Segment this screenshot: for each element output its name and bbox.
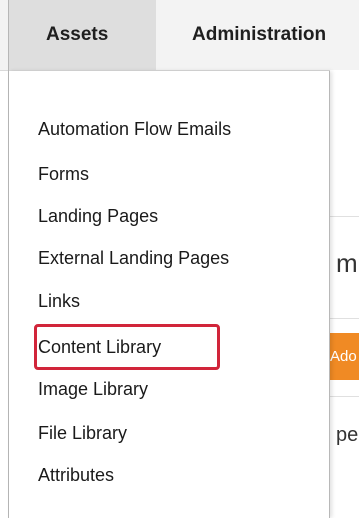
page: Assets Administration mı Ado pe Automati… [0, 0, 359, 518]
background-add-button-label: Ado [330, 348, 357, 365]
menu-item-forms[interactable]: Forms [38, 164, 89, 185]
tab-assets-label: Assets [46, 24, 109, 45]
background-add-button[interactable]: Ado [330, 333, 359, 380]
menu-item-landing-pages[interactable]: Landing Pages [38, 206, 158, 227]
menu-item-file-library[interactable]: File Library [38, 423, 127, 444]
tab-assets[interactable]: Assets [8, 0, 156, 70]
background-heading-fragment: mı [336, 248, 359, 278]
background-divider [330, 396, 359, 397]
background-text-fragment: pe [336, 424, 359, 446]
menu-item-image-library[interactable]: Image Library [38, 379, 148, 400]
menu-item-attributes[interactable]: Attributes [38, 465, 114, 486]
background-divider [330, 318, 359, 319]
tab-administration-label: Administration [192, 24, 327, 45]
background-divider [330, 216, 359, 217]
menu-item-automation-flow-emails[interactable]: Automation Flow Emails [38, 119, 231, 140]
assets-dropdown-menu: Automation Flow Emails Forms Landing Pag… [9, 71, 330, 518]
background-page-content [330, 70, 359, 518]
menu-item-external-landing-pages[interactable]: External Landing Pages [38, 248, 229, 269]
menu-item-links[interactable]: Links [38, 291, 80, 312]
top-nav-bar: Assets Administration [0, 0, 359, 71]
tab-administration[interactable]: Administration [192, 0, 326, 70]
menu-item-content-library[interactable]: Content Library [38, 337, 161, 358]
